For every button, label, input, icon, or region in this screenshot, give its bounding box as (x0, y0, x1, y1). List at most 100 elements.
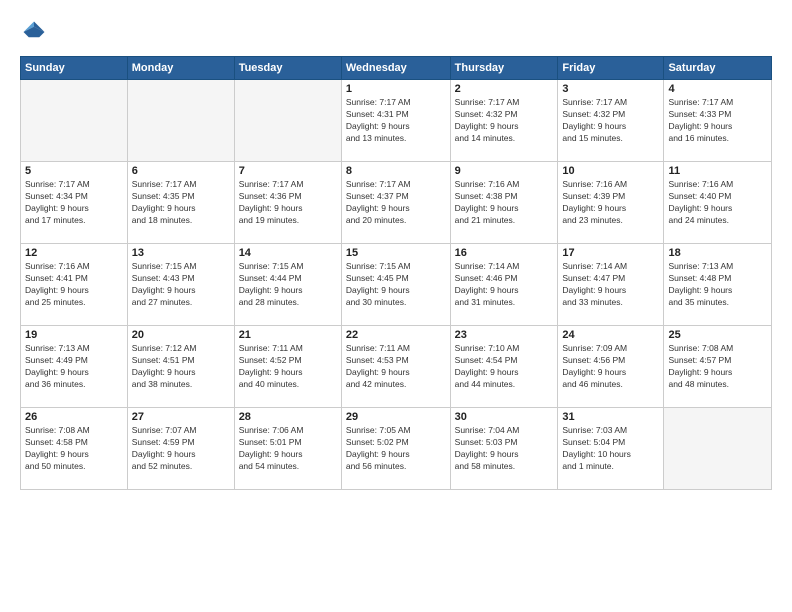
day-info: Sunrise: 7:08 AM Sunset: 4:57 PM Dayligh… (668, 343, 767, 391)
day-info: Sunrise: 7:16 AM Sunset: 4:41 PM Dayligh… (25, 261, 123, 309)
day-number: 17 (562, 247, 659, 259)
table-row: 29 Sunrise: 7:05 AM Sunset: 5:02 PM Dayli… (341, 408, 450, 490)
table-row: 21Sunrise: 7:11 AM Sunset: 4:52 PM Dayli… (234, 326, 341, 408)
day-info: Sunrise: 7:15 AM Sunset: 4:43 PM Dayligh… (132, 261, 230, 309)
day-info: Sunrise: 7:12 AM Sunset: 4:51 PM Dayligh… (132, 343, 230, 391)
table-row: 17Sunrise: 7:14 AM Sunset: 4:47 PM Dayli… (558, 244, 664, 326)
table-row (21, 80, 128, 162)
table-row: 8Sunrise: 7:17 AM Sunset: 4:37 PM Daylig… (341, 162, 450, 244)
table-row: 24 Sunrise: 7:09 AM Sunset: 4:56 PM Dayli… (558, 326, 664, 408)
table-row: 5 Sunrise: 7:17 AM Sunset: 4:34 PM Daylig… (21, 162, 128, 244)
day-info: Sunrise: 7:04 AM Sunset: 5:03 PM Dayligh… (455, 425, 554, 473)
day-info: Sunrise: 7:17 AM Sunset: 4:31 PM Dayligh… (346, 97, 446, 145)
calendar-week-row: 12Sunrise: 7:16 AM Sunset: 4:41 PM Dayli… (21, 244, 772, 326)
day-number: 28 (239, 411, 337, 423)
weekday-header-thursday: Thursday (450, 57, 558, 80)
day-info: Sunrise: 7:08 AM Sunset: 4:58 PM Dayligh… (25, 425, 123, 473)
weekday-header-sunday: Sunday (21, 57, 128, 80)
calendar: SundayMondayTuesdayWednesdayThursdayFrid… (20, 56, 772, 490)
day-info: Sunrise: 7:03 AM Sunset: 5:04 PM Dayligh… (562, 425, 659, 473)
day-info: Sunrise: 7:05 AM Sunset: 5:02 PM Dayligh… (346, 425, 446, 473)
table-row: 10 Sunrise: 7:16 AM Sunset: 4:39 PM Dayli… (558, 162, 664, 244)
table-row: 7 Sunrise: 7:17 AM Sunset: 4:36 PM Daylig… (234, 162, 341, 244)
day-number: 29 (346, 411, 446, 423)
day-info: Sunrise: 7:16 AM Sunset: 4:38 PM Dayligh… (455, 179, 554, 227)
day-number: 11 (668, 165, 767, 177)
day-info: Sunrise: 7:17 AM Sunset: 4:33 PM Dayligh… (668, 97, 767, 145)
day-number: 9 (455, 165, 554, 177)
day-number: 25 (668, 329, 767, 341)
day-number: 1 (346, 83, 446, 95)
day-number: 10 (562, 165, 659, 177)
weekday-header-wednesday: Wednesday (341, 57, 450, 80)
table-row (664, 408, 772, 490)
table-row: 9 Sunrise: 7:16 AM Sunset: 4:38 PM Daylig… (450, 162, 558, 244)
table-row: 4 Sunrise: 7:17 AM Sunset: 4:33 PM Daylig… (664, 80, 772, 162)
day-info: Sunrise: 7:16 AM Sunset: 4:40 PM Dayligh… (668, 179, 767, 227)
day-number: 8 (346, 165, 446, 177)
table-row: 25 Sunrise: 7:08 AM Sunset: 4:57 PM Dayli… (664, 326, 772, 408)
day-number: 16 (455, 247, 554, 259)
weekday-header-friday: Friday (558, 57, 664, 80)
day-number: 5 (25, 165, 123, 177)
day-info: Sunrise: 7:11 AM Sunset: 4:52 PM Dayligh… (239, 343, 337, 391)
day-info: Sunrise: 7:17 AM Sunset: 4:35 PM Dayligh… (132, 179, 230, 227)
day-number: 4 (668, 83, 767, 95)
day-number: 24 (562, 329, 659, 341)
table-row: 11 Sunrise: 7:16 AM Sunset: 4:40 PM Dayli… (664, 162, 772, 244)
table-row: 6 Sunrise: 7:17 AM Sunset: 4:35 PM Daylig… (127, 162, 234, 244)
weekday-header-saturday: Saturday (664, 57, 772, 80)
table-row: 26 Sunrise: 7:08 AM Sunset: 4:58 PM Dayli… (21, 408, 128, 490)
day-number: 31 (562, 411, 659, 423)
day-info: Sunrise: 7:15 AM Sunset: 4:45 PM Dayligh… (346, 261, 446, 309)
table-row: 27 Sunrise: 7:07 AM Sunset: 4:59 PM Dayli… (127, 408, 234, 490)
day-info: Sunrise: 7:07 AM Sunset: 4:59 PM Dayligh… (132, 425, 230, 473)
day-info: Sunrise: 7:17 AM Sunset: 4:32 PM Dayligh… (562, 97, 659, 145)
calendar-week-row: 5 Sunrise: 7:17 AM Sunset: 4:34 PM Daylig… (21, 162, 772, 244)
day-info: Sunrise: 7:13 AM Sunset: 4:49 PM Dayligh… (25, 343, 123, 391)
table-row (127, 80, 234, 162)
table-row: 13Sunrise: 7:15 AM Sunset: 4:43 PM Dayli… (127, 244, 234, 326)
table-row: 31 Sunrise: 7:03 AM Sunset: 5:04 PM Dayli… (558, 408, 664, 490)
table-row: 15 Sunrise: 7:15 AM Sunset: 4:45 PM Dayli… (341, 244, 450, 326)
day-number: 26 (25, 411, 123, 423)
day-info: Sunrise: 7:09 AM Sunset: 4:56 PM Dayligh… (562, 343, 659, 391)
day-number: 15 (346, 247, 446, 259)
day-info: Sunrise: 7:14 AM Sunset: 4:46 PM Dayligh… (455, 261, 554, 309)
table-row: 20 Sunrise: 7:12 AM Sunset: 4:51 PM Dayli… (127, 326, 234, 408)
day-info: Sunrise: 7:15 AM Sunset: 4:44 PM Dayligh… (239, 261, 337, 309)
table-row: 30Sunrise: 7:04 AM Sunset: 5:03 PM Dayli… (450, 408, 558, 490)
day-number: 14 (239, 247, 337, 259)
day-number: 20 (132, 329, 230, 341)
day-info: Sunrise: 7:16 AM Sunset: 4:39 PM Dayligh… (562, 179, 659, 227)
day-number: 7 (239, 165, 337, 177)
day-number: 6 (132, 165, 230, 177)
table-row: 16 Sunrise: 7:14 AM Sunset: 4:46 PM Dayli… (450, 244, 558, 326)
weekday-header-monday: Monday (127, 57, 234, 80)
day-number: 3 (562, 83, 659, 95)
table-row: 1 Sunrise: 7:17 AM Sunset: 4:31 PM Daylig… (341, 80, 450, 162)
day-info: Sunrise: 7:06 AM Sunset: 5:01 PM Dayligh… (239, 425, 337, 473)
logo (20, 18, 52, 46)
day-info: Sunrise: 7:10 AM Sunset: 4:54 PM Dayligh… (455, 343, 554, 391)
day-info: Sunrise: 7:17 AM Sunset: 4:34 PM Dayligh… (25, 179, 123, 227)
table-row: 2Sunrise: 7:17 AM Sunset: 4:32 PM Daylig… (450, 80, 558, 162)
day-number: 27 (132, 411, 230, 423)
day-number: 19 (25, 329, 123, 341)
table-row: 23 Sunrise: 7:10 AM Sunset: 4:54 PM Dayli… (450, 326, 558, 408)
weekday-header-row: SundayMondayTuesdayWednesdayThursdayFrid… (21, 57, 772, 80)
page: SundayMondayTuesdayWednesdayThursdayFrid… (0, 0, 792, 612)
table-row: 18Sunrise: 7:13 AM Sunset: 4:48 PM Dayli… (664, 244, 772, 326)
table-row: 19 Sunrise: 7:13 AM Sunset: 4:49 PM Dayli… (21, 326, 128, 408)
table-row: 3 Sunrise: 7:17 AM Sunset: 4:32 PM Daylig… (558, 80, 664, 162)
logo-icon (20, 18, 48, 46)
day-number: 23 (455, 329, 554, 341)
day-info: Sunrise: 7:17 AM Sunset: 4:36 PM Dayligh… (239, 179, 337, 227)
table-row: 22 Sunrise: 7:11 AM Sunset: 4:53 PM Dayli… (341, 326, 450, 408)
table-row: 28 Sunrise: 7:06 AM Sunset: 5:01 PM Dayli… (234, 408, 341, 490)
calendar-week-row: 26 Sunrise: 7:08 AM Sunset: 4:58 PM Dayli… (21, 408, 772, 490)
day-info: Sunrise: 7:11 AM Sunset: 4:53 PM Dayligh… (346, 343, 446, 391)
day-info: Sunrise: 7:17 AM Sunset: 4:32 PM Dayligh… (455, 97, 554, 145)
calendar-week-row: 19 Sunrise: 7:13 AM Sunset: 4:49 PM Dayli… (21, 326, 772, 408)
day-number: 22 (346, 329, 446, 341)
